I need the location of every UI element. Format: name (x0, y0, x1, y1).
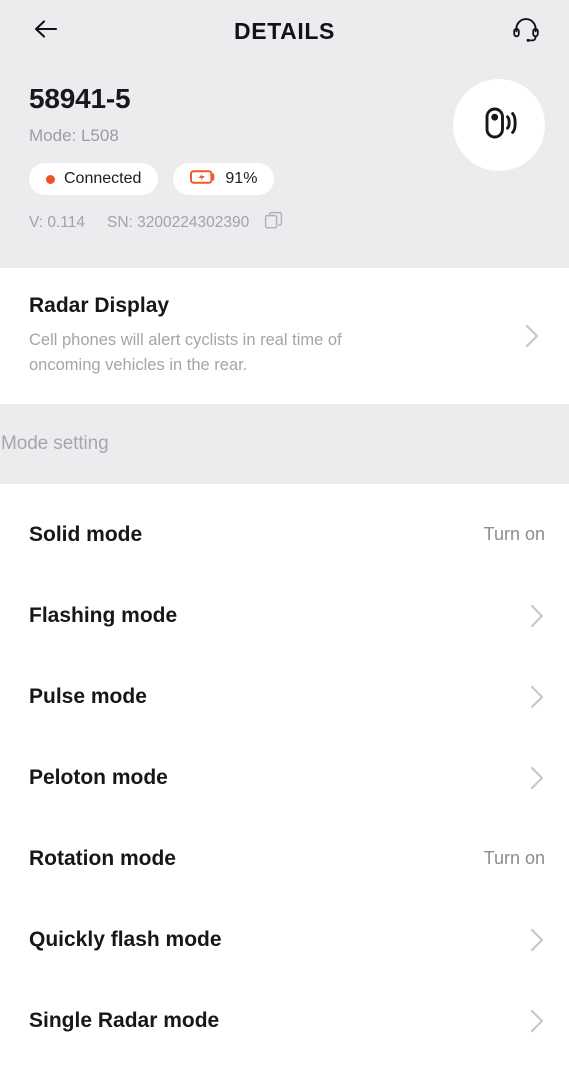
mode-action-label[interactable]: Turn on (484, 524, 545, 545)
radar-display-chevron[interactable] (519, 323, 545, 349)
firmware-version-label: V: 0.114 (29, 214, 86, 231)
mode-label: Pulse mode (29, 684, 147, 708)
mode-row-rotation[interactable]: Rotation mode Turn on (0, 818, 569, 899)
support-button[interactable] (505, 10, 547, 52)
copy-serial-button[interactable] (263, 211, 285, 236)
chevron-right-icon (529, 927, 545, 953)
mode-action-label[interactable]: Turn on (484, 848, 545, 869)
chevron-right-icon (529, 684, 545, 710)
radar-display-text: Radar Display Cell phones will alert cyc… (29, 293, 519, 378)
app-bar: DETAILS (0, 0, 569, 62)
details-screen: DETAILS 58941-5 Mode: L508 Connected 91%… (0, 0, 569, 1080)
radar-display-subtitle: Cell phones will alert cyclists in real … (29, 331, 342, 374)
mode-row-pulse[interactable]: Pulse mode (0, 656, 569, 737)
mode-row-flashing[interactable]: Flashing mode (0, 575, 569, 656)
mode-section-header: Mode setting (0, 404, 569, 484)
mode-label: Quickly flash mode (29, 927, 222, 951)
status-badge: Connected (29, 163, 159, 195)
mode-row-single-radar[interactable]: Single Radar mode (0, 980, 569, 1061)
headset-icon (511, 14, 541, 49)
mode-list: Solid mode Turn on Flashing mode Pulse m… (0, 484, 569, 1080)
back-button[interactable] (24, 10, 66, 52)
mode-label: Rotation mode (29, 846, 176, 870)
radar-display-row[interactable]: Radar Display Cell phones will alert cyc… (0, 268, 569, 404)
mode-label: Solid mode (29, 522, 143, 546)
copy-icon (264, 211, 284, 236)
page-title: DETAILS (234, 17, 335, 44)
chevron-right-icon (529, 1008, 545, 1034)
serial-number-label: SN: 3200224302390 (107, 214, 250, 231)
mode-row-peloton[interactable]: Peloton mode (0, 737, 569, 818)
chevron-right-icon (529, 603, 545, 629)
chevron-right-icon (529, 765, 545, 791)
chevron-right-icon (524, 323, 540, 349)
battery-badge-label: 91% (225, 170, 258, 187)
mode-label: Single Radar mode (29, 1008, 220, 1032)
mode-row-quickly-flash[interactable]: Quickly flash mode (0, 899, 569, 980)
battery-charging-icon (190, 169, 216, 190)
mode-label: Peloton mode (29, 765, 168, 789)
mode-section-label: Mode setting (1, 433, 109, 454)
radar-display-title: Radar Display (29, 294, 170, 317)
status-dot-icon (46, 174, 55, 184)
arrow-left-icon (32, 18, 59, 45)
mode-label: Flashing mode (29, 603, 178, 627)
device-badges: Connected 91% (29, 163, 545, 195)
device-summary: 58941-5 Mode: L508 Connected 91% V: 0.11… (0, 62, 569, 268)
status-badge-label: Connected (64, 170, 142, 187)
mode-row-solid[interactable]: Solid mode Turn on (0, 494, 569, 575)
battery-badge: 91% (173, 163, 275, 195)
device-meta: V: 0.114 SN: 3200224302390 (29, 211, 545, 236)
radar-taillight-icon (474, 98, 524, 153)
device-avatar (453, 79, 545, 171)
